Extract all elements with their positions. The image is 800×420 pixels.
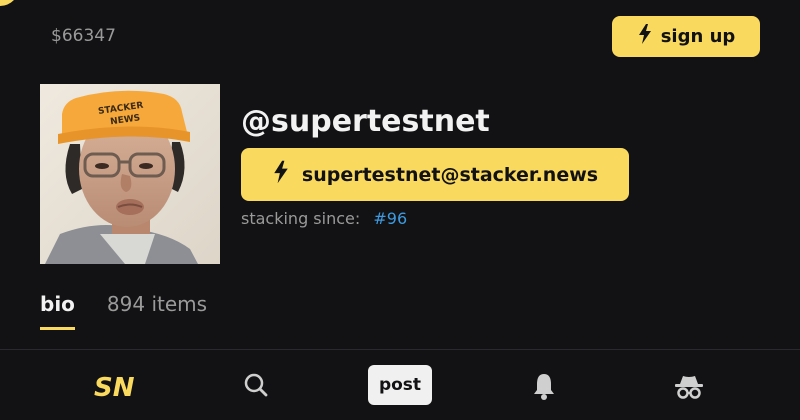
stacking-since: stacking since: #96 — [241, 209, 407, 228]
lightning-address-button[interactable]: supertestnet@stacker.news — [241, 148, 629, 201]
incognito-icon[interactable] — [674, 374, 704, 400]
logo-icon[interactable]: SN — [92, 368, 138, 402]
corner-accent — [0, 0, 14, 6]
tab-bio[interactable]: bio — [40, 292, 75, 330]
profile-tabs: bio 894 items — [40, 292, 207, 330]
btc-price[interactable]: $66347 — [51, 26, 116, 46]
signup-label: sign up — [660, 26, 736, 47]
search-icon[interactable] — [243, 372, 269, 398]
bell-icon[interactable] — [532, 372, 556, 400]
tab-items[interactable]: 894 items — [107, 292, 207, 330]
profile-username: @supertestnet — [241, 104, 490, 139]
lightning-icon — [637, 23, 653, 50]
lightning-address: supertestnet@stacker.news — [301, 163, 599, 186]
post-button[interactable]: post — [368, 365, 432, 405]
signup-button[interactable]: sign up — [612, 16, 760, 57]
stacking-since-label: stacking since: — [241, 209, 361, 228]
stacking-since-link[interactable]: #96 — [373, 209, 407, 228]
svg-text:SN: SN — [94, 373, 135, 402]
lightning-icon — [272, 159, 290, 190]
avatar: STACKER NEWS — [40, 84, 220, 264]
